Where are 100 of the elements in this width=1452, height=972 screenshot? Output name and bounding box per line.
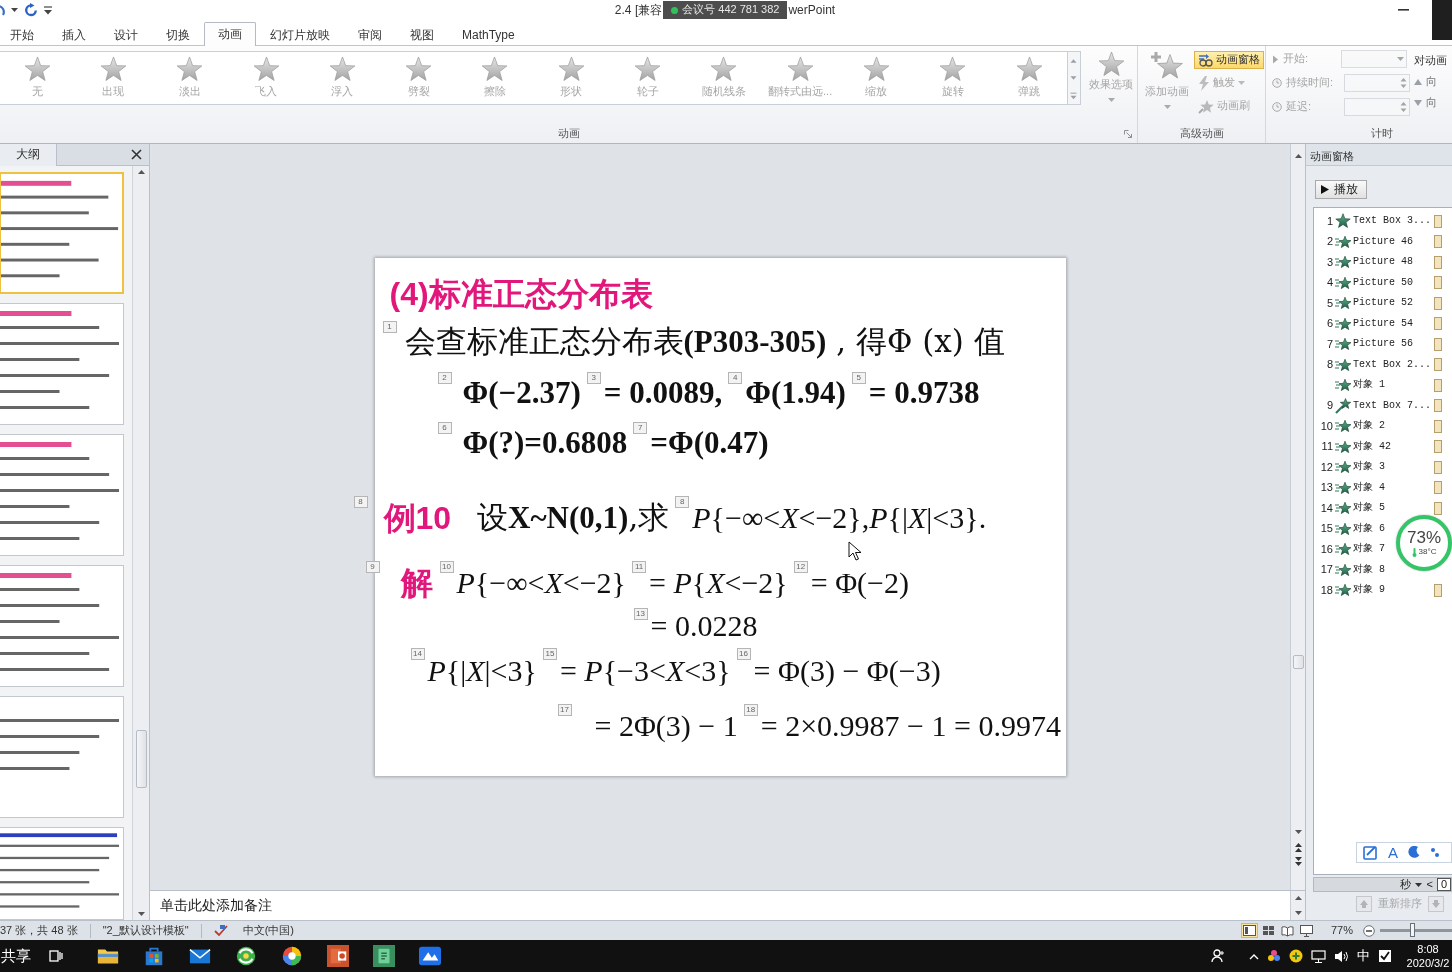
- mountain-icon[interactable]: [419, 945, 441, 967]
- clock-date[interactable]: 2020/3/2: [1406, 956, 1450, 970]
- share-text[interactable]: 共享: [1, 947, 41, 965]
- slide-thumbnail[interactable]: [0, 827, 124, 920]
- monitor-icon[interactable]: [1311, 949, 1326, 963]
- plus-circle-icon[interactable]: [1289, 949, 1303, 963]
- color-wheel-icon[interactable]: [281, 945, 303, 967]
- slide-thumbnail[interactable]: [0, 434, 124, 556]
- animation-item[interactable]: Text Box 2...: [1353, 358, 1431, 371]
- task-view-icon[interactable]: [49, 949, 63, 963]
- animation-item[interactable]: 对象 5: [1353, 502, 1385, 515]
- animation-item[interactable]: Picture 54: [1353, 317, 1413, 330]
- animation-item[interactable]: 对象 4: [1353, 481, 1385, 494]
- slide-count-text: 37 张，共 48 张: [0, 923, 78, 938]
- dialog-launcher-icon[interactable]: [1124, 129, 1132, 138]
- circles-icon[interactable]: [1267, 949, 1281, 963]
- item-number: 6: [1325, 317, 1333, 331]
- scroll-down-icon[interactable]: [1293, 909, 1303, 917]
- dots-icon[interactable]: [1430, 846, 1440, 859]
- star-motion-icon: [1335, 561, 1351, 578]
- spellcheck-icon[interactable]: [213, 924, 229, 937]
- outline-tab[interactable]: 大纲: [0, 143, 57, 166]
- clock-time[interactable]: 8:08: [1417, 942, 1439, 956]
- animation-item[interactable]: Picture 50: [1353, 276, 1413, 289]
- shopping-bag-icon[interactable]: [143, 945, 165, 967]
- presentation-icon[interactable]: [327, 945, 349, 967]
- animation-item[interactable]: Picture 46: [1353, 235, 1413, 248]
- circle-logo-icon[interactable]: [235, 945, 257, 967]
- moon-icon[interactable]: [1408, 846, 1420, 859]
- ribbon-tab[interactable]: 插入: [48, 23, 100, 46]
- language-text[interactable]: 中文(中国): [242, 923, 294, 938]
- ribbon-tab[interactable]: 审阅: [344, 23, 396, 46]
- zoom-out-icon[interactable]: [1363, 924, 1375, 937]
- ribbon-tab[interactable]: MathType: [448, 23, 529, 46]
- math-expression: = 2×0.9987 − 1 = 0.9974: [760, 708, 1061, 744]
- view-button[interactable]: [1297, 923, 1315, 938]
- view-button[interactable]: [1240, 923, 1258, 938]
- animation-item[interactable]: Text Box 3...: [1353, 215, 1431, 228]
- animation-item[interactable]: 对象 42: [1353, 440, 1391, 453]
- font-button[interactable]: A: [1388, 845, 1398, 860]
- speaker-icon[interactable]: [1334, 949, 1349, 963]
- animation-item[interactable]: 对象 7: [1353, 543, 1385, 556]
- field-label: 持续时间:: [1286, 76, 1335, 90]
- minimize-icon[interactable]: [1398, 9, 1409, 11]
- redo-icon[interactable]: [24, 3, 38, 17]
- customize-icon[interactable]: [44, 5, 52, 15]
- view-button[interactable]: [1278, 923, 1296, 938]
- animation-item[interactable]: 对象 9: [1353, 584, 1385, 597]
- ime-indicator[interactable]: 中: [1357, 948, 1370, 964]
- star-icon: [1015, 56, 1043, 83]
- undo-icon[interactable]: [0, 3, 5, 17]
- close-icon[interactable]: [131, 149, 142, 160]
- scrollbar-thumb[interactable]: [1292, 655, 1304, 669]
- next-slide-icon[interactable]: [1293, 856, 1303, 868]
- star-icon: [939, 56, 967, 83]
- slide-thumbnail[interactable]: [0, 565, 124, 687]
- dropdown-field[interactable]: [1341, 50, 1407, 68]
- slider-thumb[interactable]: [1410, 923, 1416, 937]
- caret-icon[interactable]: [1415, 882, 1423, 887]
- play-button[interactable]: 播放: [1315, 180, 1367, 199]
- timeline-bar: [1434, 317, 1442, 331]
- animation-pane-button[interactable]: 动画窗格: [1194, 51, 1264, 69]
- time-unit-dropdown[interactable]: 秒: [1400, 877, 1412, 892]
- item-number: 11: [1320, 440, 1333, 454]
- ribbon-tab[interactable]: 开始: [0, 23, 48, 46]
- ribbon-tab[interactable]: 幻灯片放映: [256, 23, 344, 46]
- ribbon-tab[interactable]: 切换: [152, 23, 204, 46]
- timeline-scroll-button[interactable]: <: [1426, 877, 1433, 892]
- checkbox-icon[interactable]: [1378, 949, 1392, 963]
- ribbon-tab[interactable]: 动画: [204, 22, 256, 46]
- slide-thumbnail[interactable]: [0, 696, 124, 818]
- move-button[interactable]: 向: [1414, 75, 1447, 89]
- move-button[interactable]: 向: [1414, 96, 1447, 110]
- zoom-level-text[interactable]: 77%: [1330, 923, 1353, 938]
- math-expression: = 2Φ(3) − 1: [594, 708, 738, 744]
- edit-box-icon[interactable]: [1363, 845, 1378, 860]
- animation-item[interactable]: Text Box 7...: [1353, 399, 1431, 412]
- animation-item[interactable]: Picture 48: [1353, 256, 1413, 269]
- animation-item[interactable]: 对象 1: [1353, 379, 1385, 392]
- group-label: 计时: [1371, 127, 1393, 139]
- ribbon-tab[interactable]: 视图: [396, 23, 448, 46]
- scroll-up-icon[interactable]: [1293, 894, 1303, 902]
- animation-item[interactable]: Picture 52: [1353, 297, 1413, 310]
- person-icon[interactable]: [1211, 949, 1225, 963]
- spin-field[interactable]: [1344, 98, 1410, 116]
- caret-icon[interactable]: [11, 8, 18, 12]
- chevron-up-icon[interactable]: [1249, 952, 1259, 960]
- ribbon-tab[interactable]: 设计: [100, 23, 152, 46]
- animation-item[interactable]: 对象 6: [1353, 522, 1385, 535]
- slide-thumbnail[interactable]: [0, 172, 124, 294]
- scrollbar-thumb[interactable]: [135, 730, 147, 788]
- animation-item[interactable]: 对象 8: [1353, 563, 1385, 576]
- slide-thumbnail[interactable]: [0, 303, 124, 425]
- spin-field[interactable]: [1344, 74, 1410, 92]
- animation-item[interactable]: Picture 56: [1353, 338, 1413, 351]
- animation-item[interactable]: 对象 2: [1353, 420, 1385, 433]
- previous-slide-icon[interactable]: [1293, 841, 1303, 853]
- animation-item[interactable]: 对象 3: [1353, 461, 1385, 474]
- status-dot-icon: [671, 6, 679, 14]
- star-icon: [634, 56, 661, 83]
